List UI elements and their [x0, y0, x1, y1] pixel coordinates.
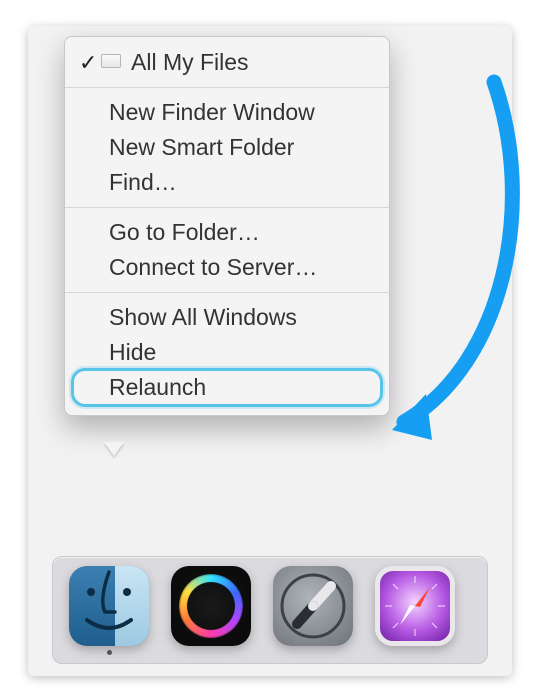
menu-item-label: Go to Folder…: [109, 219, 260, 245]
menu-item-label: Hide: [109, 339, 156, 365]
menu-item-label: Find…: [109, 169, 177, 195]
menu-item-label: All My Files: [131, 49, 249, 75]
menu-separator: [65, 87, 389, 88]
menu-separator: [65, 292, 389, 293]
menu-item-label: New Finder Window: [109, 99, 315, 125]
screenshot-frame: ✓ All My Files New Finder Window New Sma…: [28, 26, 512, 676]
annotation-arrow: [386, 82, 524, 462]
dock-app-safari[interactable]: [375, 566, 455, 655]
dock: [52, 556, 488, 664]
menu-item-go-to-folder[interactable]: Go to Folder…: [65, 215, 389, 250]
dock-app-launchpad[interactable]: [273, 566, 353, 655]
menu-item-hide[interactable]: Hide: [65, 335, 389, 370]
menu-item-new-smart-folder[interactable]: New Smart Folder: [65, 130, 389, 165]
menu-item-find[interactable]: Find…: [65, 165, 389, 200]
menu-item-connect-to-server[interactable]: Connect to Server…: [65, 250, 389, 285]
safari-icon: [375, 566, 455, 646]
menu-item-relaunch[interactable]: Relaunch: [65, 370, 389, 405]
siri-icon: [171, 566, 251, 646]
finder-icon: [69, 566, 149, 646]
menu-item-new-finder-window[interactable]: New Finder Window: [65, 95, 389, 130]
menu-separator: [65, 207, 389, 208]
menu-item-label: Connect to Server…: [109, 254, 317, 280]
finder-dock-context-menu: ✓ All My Files New Finder Window New Sma…: [64, 36, 390, 416]
checkmark-icon: ✓: [79, 47, 97, 78]
window-icon: [101, 54, 121, 68]
running-indicator-dot: [107, 650, 112, 655]
menu-item-show-all-windows[interactable]: Show All Windows: [65, 300, 389, 335]
dock-app-siri[interactable]: [171, 566, 251, 655]
dock-app-finder[interactable]: [69, 566, 149, 655]
launchpad-icon: [273, 566, 353, 646]
menu-pointer-tail: [104, 442, 124, 456]
menu-item-label: Show All Windows: [109, 304, 297, 330]
menu-item-label: New Smart Folder: [109, 134, 294, 160]
menu-item-label: Relaunch: [109, 374, 206, 400]
menu-item-all-my-files[interactable]: ✓ All My Files: [65, 45, 389, 80]
